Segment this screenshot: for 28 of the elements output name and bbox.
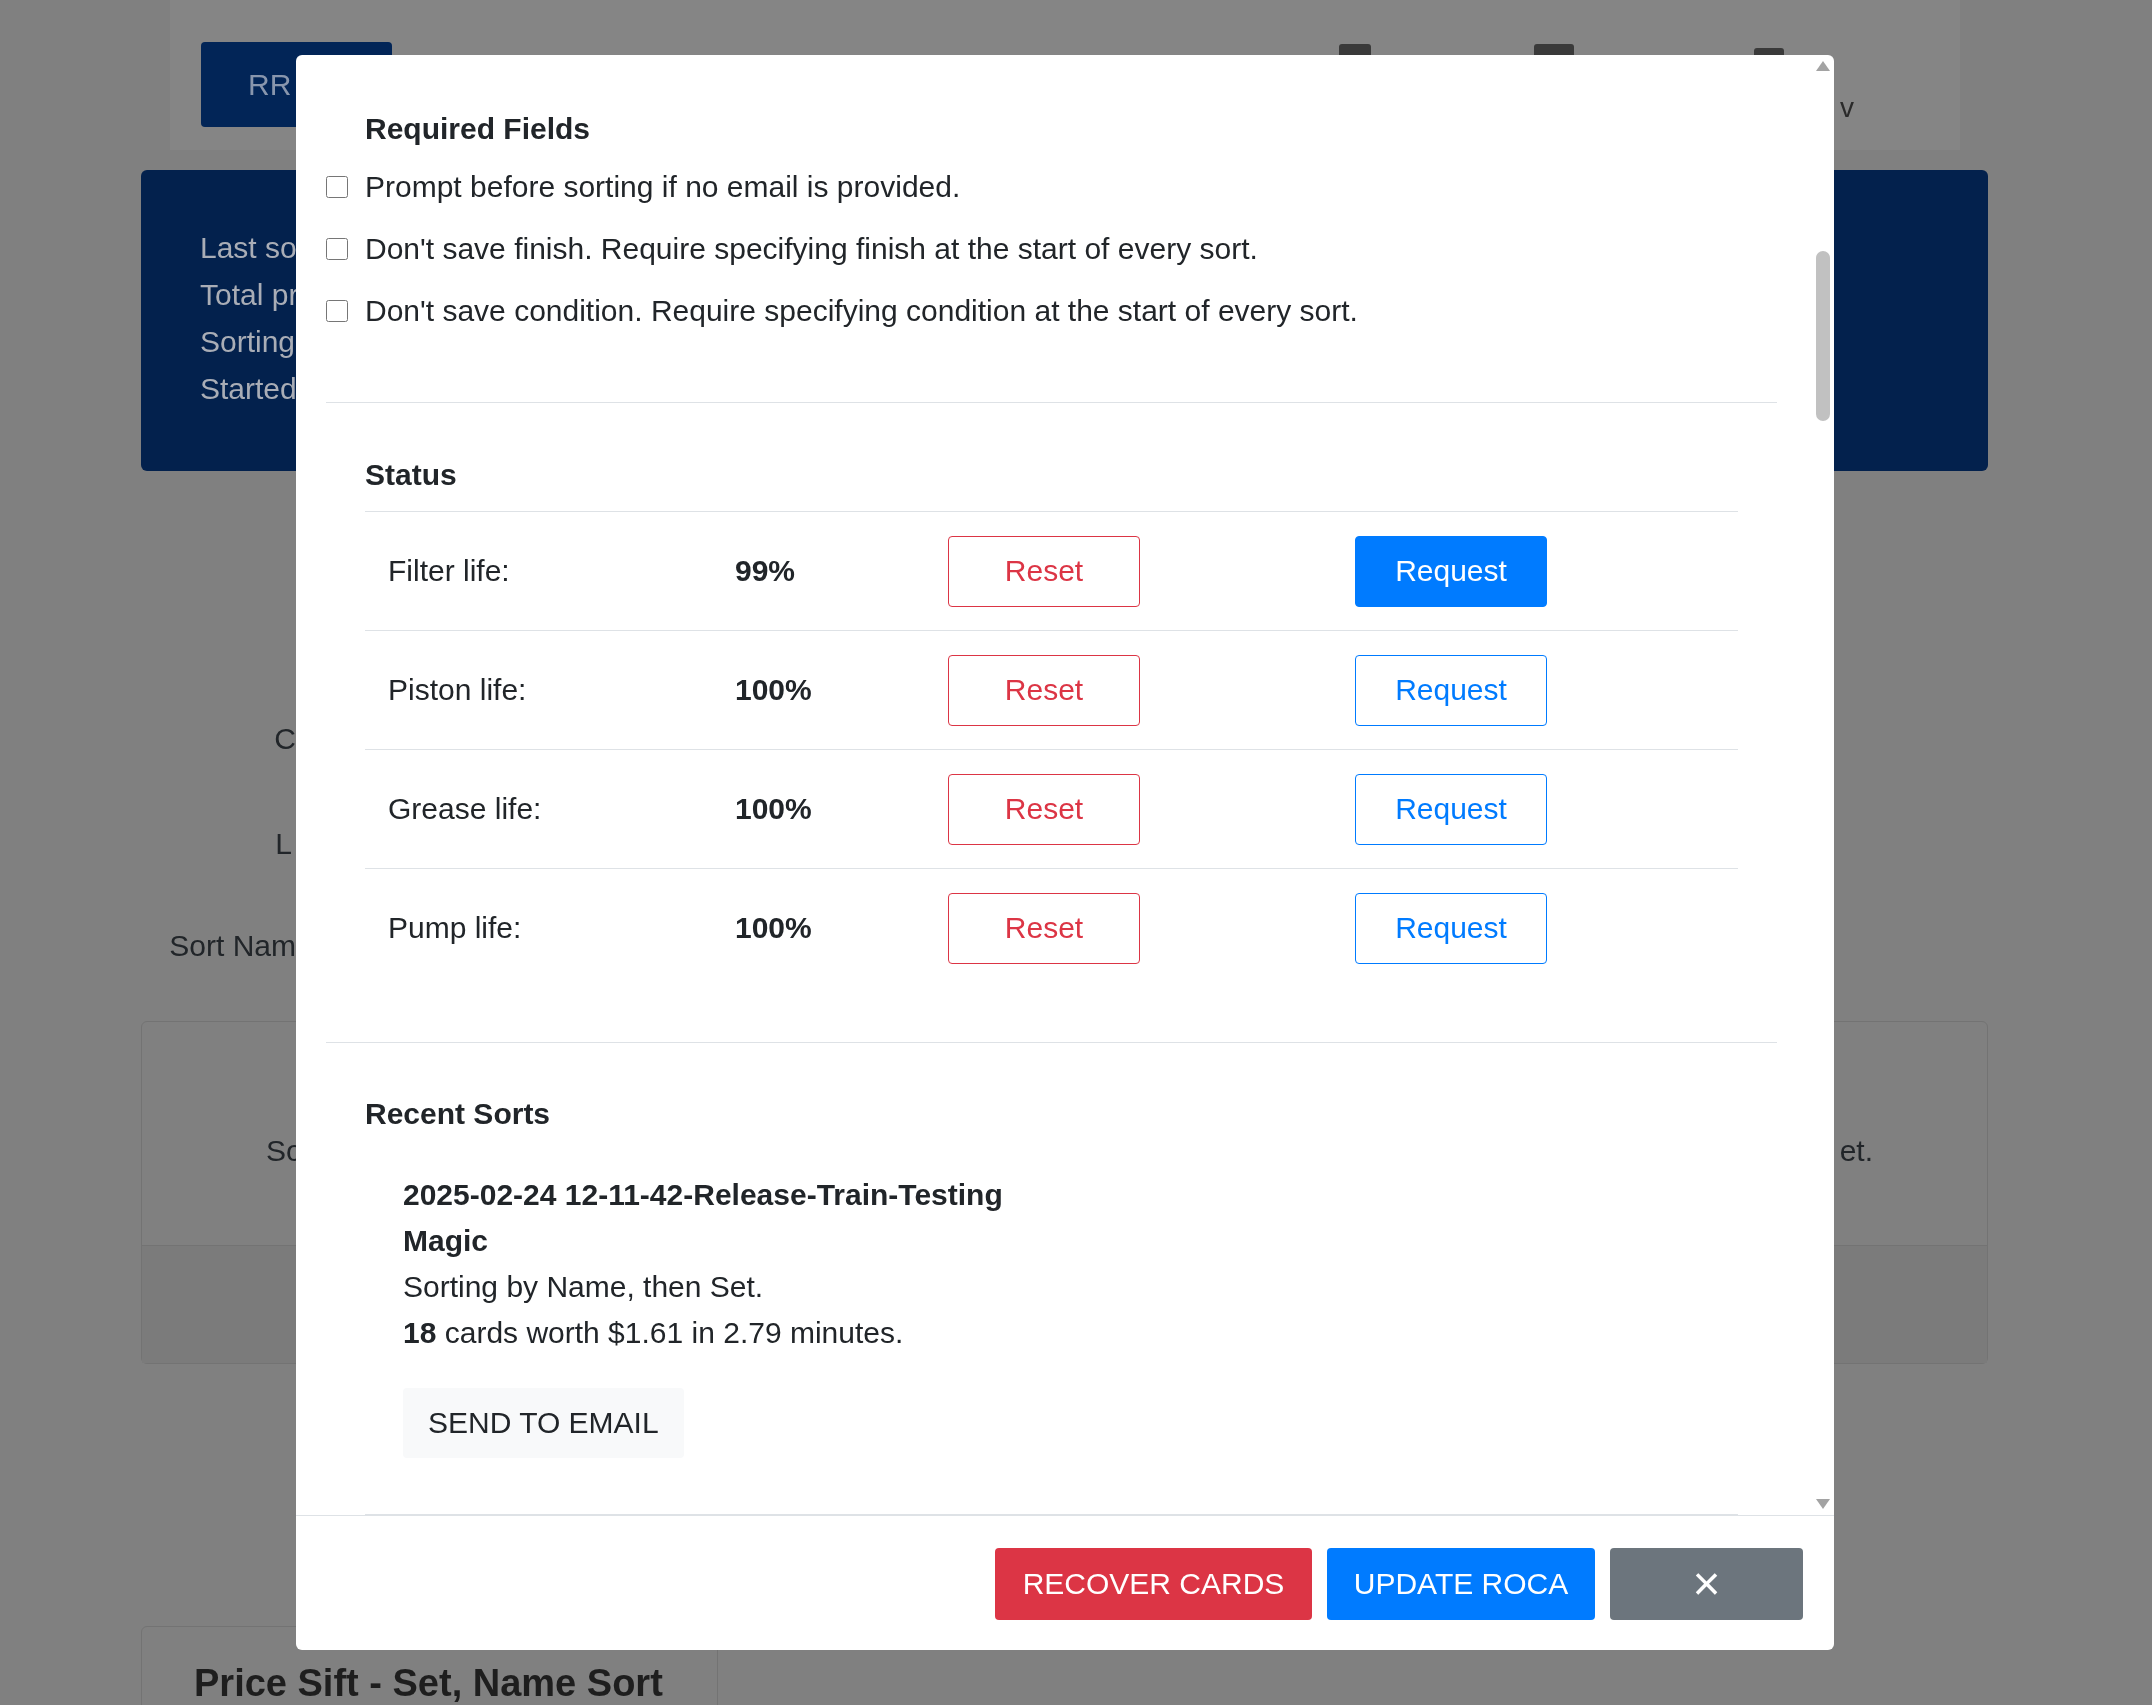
status-label: Filter life: xyxy=(388,554,510,588)
sort-name: 2025-02-24 12-11-42-Release-Train-Testing xyxy=(403,1177,1003,1213)
status-label: Grease life: xyxy=(388,792,542,826)
card-title: Price Sift - Set, Name Sort xyxy=(194,1663,663,1703)
status-value: 100% xyxy=(735,673,812,707)
sort-game: Magic xyxy=(403,1223,489,1259)
summary-line: Sorting xyxy=(200,324,296,360)
checkbox-label: Don't save finish. Require specifying finish at the start of every sort. xyxy=(365,232,1258,266)
section-title: Required Fields xyxy=(365,111,591,147)
status-value: 99% xyxy=(735,554,796,588)
section-title: Status xyxy=(365,457,457,493)
summary-line: Last so xyxy=(200,230,297,266)
form-label: L xyxy=(275,826,292,862)
form-label: C xyxy=(274,721,296,757)
card-text: et. xyxy=(1839,1134,1873,1168)
sort-method: Sorting by Name, then Set. xyxy=(403,1269,764,1305)
status-label: Pump life: xyxy=(388,911,522,945)
summary-line: Started xyxy=(200,371,297,407)
nav-label: v xyxy=(1840,92,1854,124)
form-label: Sort Nam xyxy=(169,928,296,964)
status-value: 100% xyxy=(735,792,812,826)
checkbox-label: Don't save condition. Require specifying condition at the start of every sort. xyxy=(365,294,1358,328)
section-title: Recent Sorts xyxy=(365,1096,551,1132)
checkbox-label: Prompt before sorting if no email is provided. xyxy=(365,170,961,204)
summary-line: Total pr xyxy=(200,277,299,313)
sort-summary: 18 cards worth $1.61 in 2.79 minutes. xyxy=(403,1315,904,1351)
status-value: 100% xyxy=(735,911,812,945)
status-label: Piston life: xyxy=(388,673,527,707)
